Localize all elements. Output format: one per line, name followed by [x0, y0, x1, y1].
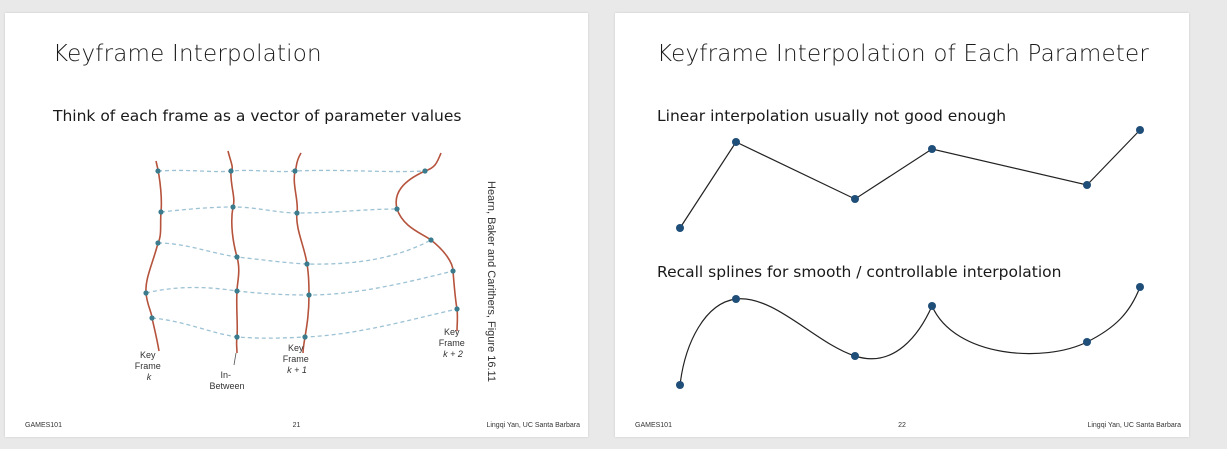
keyframe-figure: Key Frame k In- Between Key Frame k + 1 … — [135, 150, 468, 391]
slide-21: Keyframe Interpolation Think of each fra… — [5, 13, 588, 437]
footer-author: Lingqi Yan, UC Santa Barbara — [1087, 422, 1181, 429]
label-key-frame-k: Key Frame k — [135, 350, 164, 382]
label-key-frame-k2: Key Frame k + 2 — [439, 327, 468, 359]
footer-author: Lingqi Yan, UC Santa Barbara — [486, 422, 580, 429]
slide-22: Keyframe Interpolation of Each Parameter… — [615, 13, 1189, 437]
figure-credit: Hearn, Baker and Carithers, Figure 16.11 — [485, 181, 497, 382]
label-key-frame-k1: Key Frame k + 1 — [283, 343, 312, 375]
label-in-between: In- Between — [209, 370, 244, 391]
interpolation-diagrams — [676, 126, 1144, 389]
